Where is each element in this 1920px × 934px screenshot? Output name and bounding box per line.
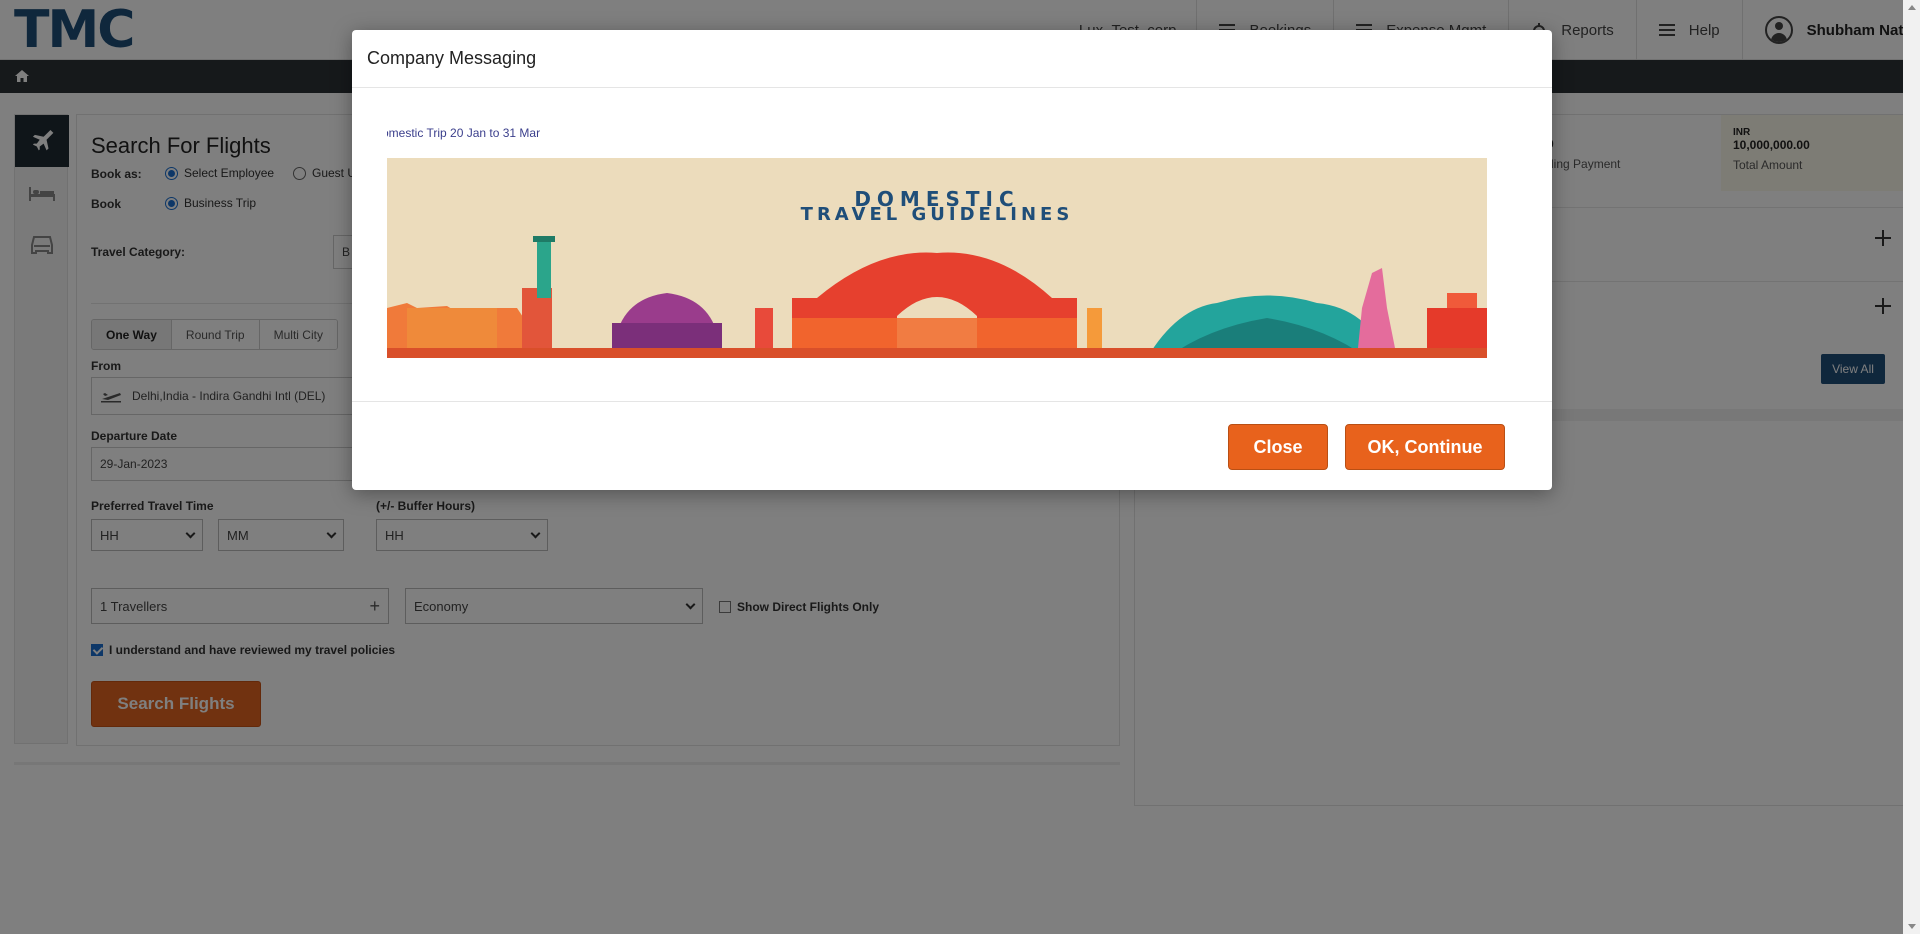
marquee-message: omestic Trip 20 Jan to 31 Mar [387, 126, 687, 140]
close-button[interactable]: Close [1228, 424, 1328, 470]
ok-continue-button[interactable]: OK, Continue [1345, 424, 1505, 470]
modal-header: Company Messaging [352, 30, 1552, 88]
banner-title-2: TRAVEL GUIDELINES [801, 204, 1074, 225]
company-messaging-modal: Company Messaging omestic Trip 20 Jan to… [352, 30, 1552, 490]
banner-skyline-image: DOMESTIC TRAVEL GUIDELINES [387, 158, 1487, 358]
marquee-text: omestic Trip 20 Jan to 31 Mar [387, 126, 541, 140]
page-scrollbar[interactable] [1903, 0, 1920, 934]
scroll-up-icon[interactable] [1908, 5, 1916, 10]
modal-title: Company Messaging [367, 48, 537, 68]
scroll-down-icon[interactable] [1908, 924, 1916, 929]
travel-guidelines-banner: DOMESTIC TRAVEL GUIDELINES [387, 158, 1487, 358]
